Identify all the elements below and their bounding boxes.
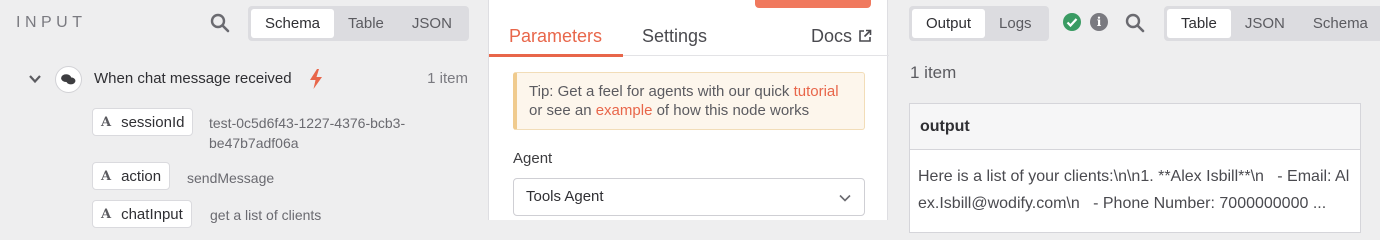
docs-label: Docs: [811, 26, 853, 46]
tip-text: of how this node works: [652, 102, 810, 119]
chevron-down-icon[interactable]: [28, 72, 42, 86]
chevron-down-icon: [839, 194, 851, 202]
field-value-action: sendMessage: [187, 170, 275, 186]
external-link-icon: [859, 29, 872, 42]
ndv-window: INPUT Schema Table JSON When chat messag…: [0, 0, 1380, 233]
tab-output[interactable]: Output: [912, 9, 986, 38]
tab-logs[interactable]: Logs: [985, 9, 1046, 38]
field-value-sessionid: test-0c5d6f43-1227-4376-bcb3-be47b7adf06…: [209, 115, 406, 151]
input-node-row[interactable]: When chat message received 1 item: [0, 62, 488, 96]
output-view-table[interactable]: Table: [1167, 9, 1231, 38]
output-panel: Output Logs i Table JSON Schema 1 item o…: [889, 0, 1380, 233]
output-table: output Here is a list of your clients:\n…: [909, 103, 1361, 233]
tip-callout: Tip: Get a feel for agents with our quic…: [513, 72, 865, 130]
agent-select[interactable]: Tools Agent: [513, 178, 865, 216]
output-view-json[interactable]: JSON: [1231, 9, 1299, 38]
lightning-bolt-icon: [310, 69, 322, 89]
input-view-schema[interactable]: Schema: [251, 9, 335, 38]
search-icon[interactable]: [210, 13, 230, 33]
search-icon[interactable]: [1125, 13, 1145, 33]
node-parameters-panel: Parameters Settings Docs Tip: Get a feel…: [488, 0, 889, 220]
tip-text: Tip: Get a feel for agents with our quic…: [529, 83, 794, 100]
info-icon[interactable]: i: [1090, 13, 1108, 31]
input-view-switcher: Schema Table JSON: [248, 6, 469, 41]
output-view-switcher: Table JSON Schema: [1164, 6, 1380, 41]
active-tab-indicator: [489, 54, 623, 57]
tab-parameters[interactable]: Parameters: [509, 26, 602, 47]
string-type-icon: A: [101, 206, 112, 222]
example-link[interactable]: example: [596, 102, 653, 119]
success-check-icon: [1063, 13, 1081, 31]
output-item-count: 1 item: [910, 63, 957, 82]
output-view-schema[interactable]: Schema: [1299, 9, 1380, 38]
input-panel: INPUT Schema Table JSON When chat messag…: [0, 0, 488, 228]
execute-step-button[interactable]: [755, 0, 871, 8]
input-view-json[interactable]: JSON: [398, 9, 466, 38]
field-name: chatInput: [121, 205, 183, 223]
agent-label: Agent: [513, 150, 553, 167]
tab-settings[interactable]: Settings: [642, 26, 707, 47]
input-item-count: 1 item: [427, 70, 468, 87]
tab-docs[interactable]: Docs: [811, 26, 872, 47]
tutorial-link[interactable]: tutorial: [794, 83, 839, 100]
table-cell[interactable]: Here is a list of your clients:\n\n1. **…: [910, 150, 1360, 230]
trigger-node-name: When chat message received: [94, 70, 292, 87]
chat-bubbles-icon: [55, 66, 82, 93]
field-name: action: [121, 167, 162, 185]
agent-select-value: Tools Agent: [526, 188, 604, 205]
string-type-icon: A: [101, 168, 112, 184]
field-name: sessionId: [121, 113, 185, 131]
input-view-table[interactable]: Table: [334, 9, 398, 38]
schema-field-sessionid[interactable]: A sessionId: [92, 108, 194, 136]
schema-field-chatinput[interactable]: A chatInput: [92, 200, 192, 228]
schema-field-action[interactable]: A action: [92, 162, 171, 190]
node-tabs: Parameters Settings Docs: [489, 22, 889, 57]
table-column-header: output: [910, 104, 1360, 150]
input-panel-title: INPUT: [16, 14, 87, 31]
output-logs-switcher: Output Logs: [909, 6, 1049, 41]
field-value-chatinput: get a list of clients: [210, 207, 322, 223]
tip-text: or see an: [529, 102, 596, 119]
string-type-icon: A: [101, 114, 112, 130]
